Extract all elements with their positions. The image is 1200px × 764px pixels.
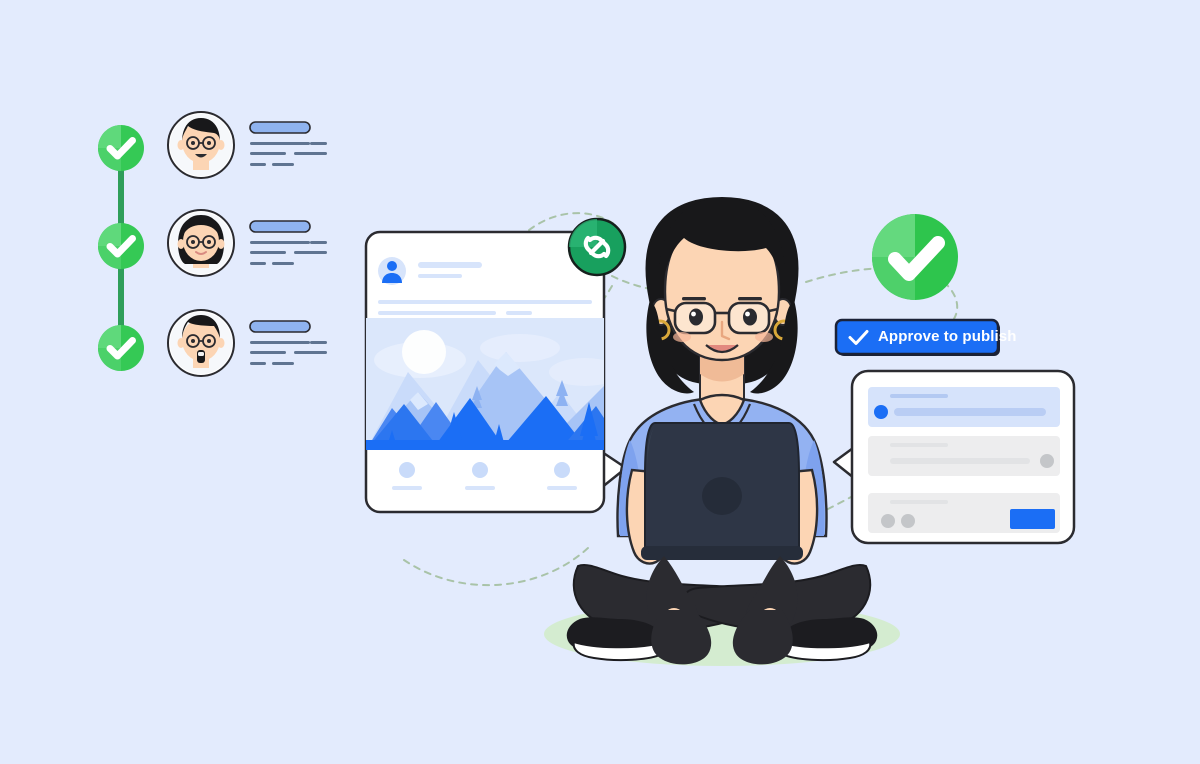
- eyebrow-left: [682, 297, 706, 301]
- eye-right: [743, 308, 757, 326]
- row-action-button[interactable]: [1010, 509, 1055, 529]
- illustration-canvas: Approve to publish: [0, 0, 1200, 764]
- queue-row-third[interactable]: [868, 493, 1060, 533]
- row-avatar-dot-b: [901, 514, 915, 528]
- social-post-card[interactable]: [364, 217, 628, 514]
- approved-check-badge[interactable]: [872, 214, 958, 300]
- post-action-comment[interactable]: [472, 462, 488, 478]
- eyebrow-right: [738, 297, 762, 301]
- check-circle-icon-3[interactable]: [98, 325, 144, 371]
- laptop[interactable]: [641, 422, 803, 560]
- review-queue-panel[interactable]: [832, 369, 1076, 545]
- queue-row-second[interactable]: [868, 436, 1060, 476]
- mountain-landscape-photo: [366, 318, 604, 450]
- post-action-share[interactable]: [554, 462, 570, 478]
- laptop-logo: [702, 477, 742, 515]
- cheek-left: [673, 332, 691, 342]
- post-action-like[interactable]: [399, 462, 415, 478]
- check-circle-icon-2[interactable]: [98, 223, 144, 269]
- cheek-right: [755, 332, 773, 342]
- check-circle-icon-1[interactable]: [98, 125, 144, 171]
- approve-button-label: Approve to publish: [878, 328, 1017, 345]
- illustration-svg: [0, 0, 1200, 764]
- row-status-dot: [874, 405, 888, 419]
- eye-left: [689, 308, 703, 326]
- link-badge[interactable]: [567, 217, 627, 277]
- row-avatar-dot-a: [881, 514, 895, 528]
- queue-row-active[interactable]: [868, 387, 1060, 427]
- row-avatar-dot: [1040, 454, 1054, 468]
